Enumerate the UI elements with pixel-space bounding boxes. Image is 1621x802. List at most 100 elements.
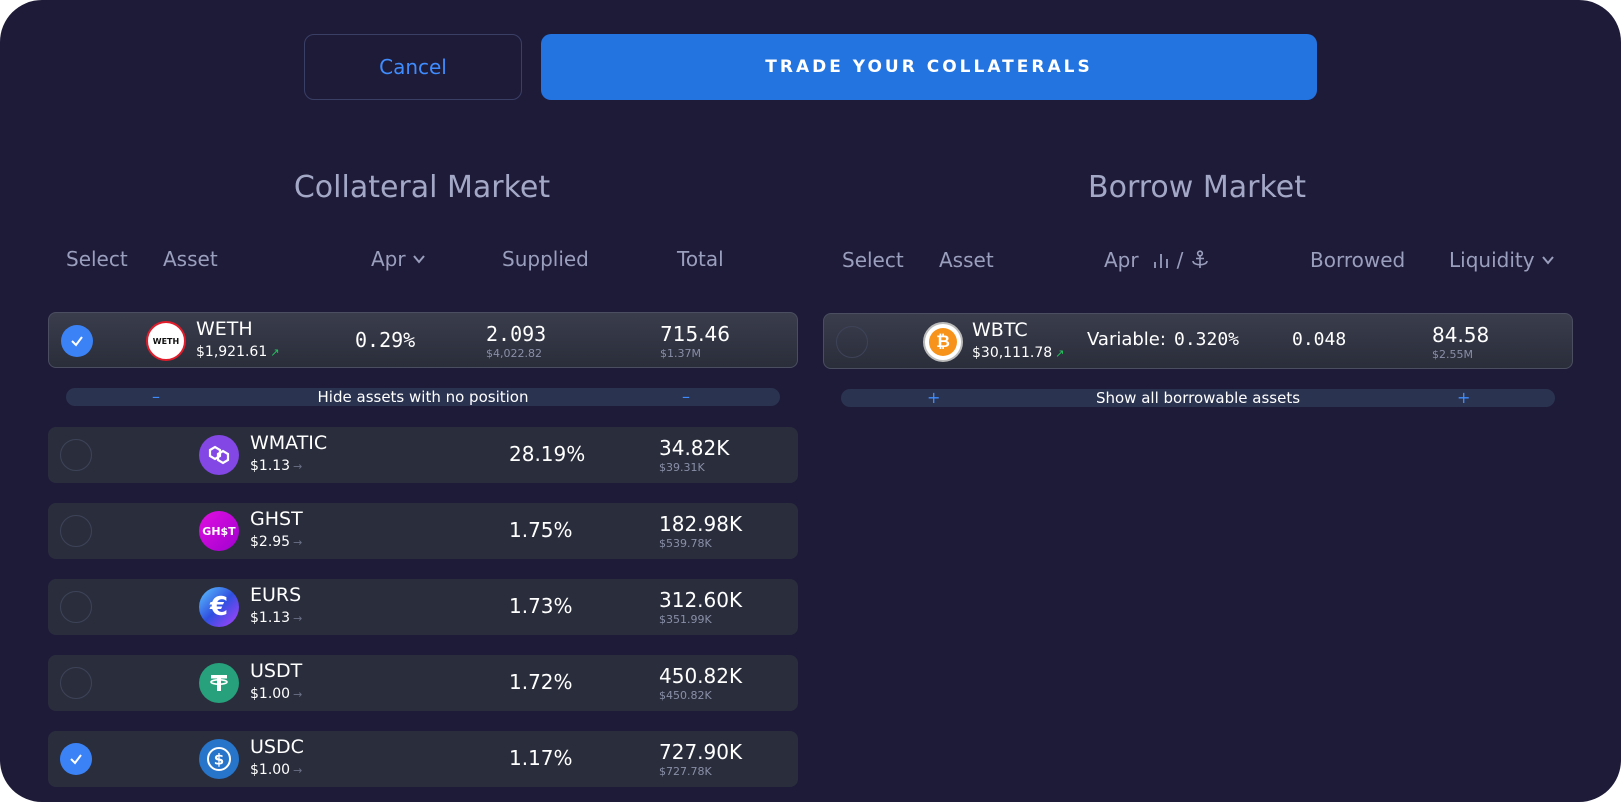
cancel-button[interactable]: Cancel <box>304 34 522 100</box>
select-checkbox[interactable] <box>61 325 93 357</box>
borrow-rate: 0.320% <box>1174 329 1240 350</box>
toggle-label: Show all borrowable assets <box>1095 389 1301 407</box>
rate-type-label: Variable: <box>1087 329 1166 350</box>
total-usd: $450.82K <box>659 689 712 702</box>
borrow-row-wbtc[interactable]: ₿ WBTC $30,111.78 ↗ Variable: 0.320% 0.04… <box>823 313 1573 369</box>
collateral-market-title: Collateral Market <box>293 170 551 205</box>
trend-flat-icon: → <box>293 535 303 549</box>
asset-symbol: USDC <box>250 736 304 758</box>
select-checkbox[interactable] <box>60 743 92 775</box>
euro-logo-icon: € <box>199 587 239 627</box>
asset-price: $2.95 → <box>250 534 303 550</box>
asset-symbol: WMATIC <box>250 432 328 454</box>
borrow-header-liquidity-label: Liquidity <box>1449 248 1535 272</box>
apr-value: 1.75% <box>509 518 573 542</box>
borrow-header-borrowed: Borrowed <box>1310 248 1406 272</box>
total-usd: $539.78K <box>659 537 712 550</box>
weth-logo-icon: WETH <box>146 321 186 361</box>
borrow-header-asset: Asset <box>939 248 994 272</box>
svg-text:$: $ <box>214 751 224 769</box>
bar-chart-icon[interactable] <box>1151 250 1171 270</box>
trend-flat-icon: → <box>293 459 303 473</box>
liquidity-value: 84.58 <box>1432 323 1490 347</box>
liquidity-usd: $2.55M <box>1432 348 1473 361</box>
apr-value: 1.17% <box>509 746 573 770</box>
toggle-label: Hide assets with no position <box>317 388 529 406</box>
trend-up-icon: ↗ <box>270 345 280 359</box>
asset-price: $1.13 → <box>250 610 303 626</box>
apr-value: 28.19% <box>509 442 586 466</box>
minus-icon: – <box>152 387 160 406</box>
total-value: 450.82K <box>659 664 743 688</box>
supplied-value: 2.093 <box>486 322 547 346</box>
trend-flat-icon: → <box>293 763 303 777</box>
hide-no-position-toggle[interactable]: – Hide assets with no position – <box>66 388 780 406</box>
asset-symbol: WBTC <box>972 319 1028 341</box>
total-value: 715.46 <box>660 322 730 346</box>
apr-value: 0.29% <box>355 328 416 352</box>
chevron-down-icon <box>1541 256 1554 265</box>
select-checkbox[interactable] <box>60 515 92 547</box>
trend-flat-icon: → <box>293 611 303 625</box>
plus-icon: + <box>927 388 941 407</box>
total-usd: $39.31K <box>659 461 705 474</box>
asset-price: $1.00 → <box>250 762 303 778</box>
borrow-market-title: Borrow Market <box>1088 170 1306 205</box>
total-usd: $727.78K <box>659 765 712 778</box>
minus-icon: – <box>682 387 690 406</box>
total-value: 34.82K <box>659 436 730 460</box>
apr-separator: / <box>1176 248 1184 272</box>
asset-price: $1.13 → <box>250 458 303 474</box>
collateral-row-usdc[interactable]: $ USDC $1.00 → 1.17% 727.90K $727.78K <box>48 731 798 787</box>
total-usd: $351.99K <box>659 613 712 626</box>
show-all-borrowable-toggle[interactable]: + Show all borrowable assets + <box>841 389 1555 407</box>
plus-icon: + <box>1457 388 1471 407</box>
chevron-down-icon <box>412 255 425 264</box>
apr-value: 1.73% <box>509 594 573 618</box>
total-value: 182.98K <box>659 512 743 536</box>
collateral-row-ghst[interactable]: GH$T GHST $2.95 → 1.75% 182.98K $539.78K <box>48 503 798 559</box>
usdc-logo-icon: $ <box>199 739 239 779</box>
select-checkbox[interactable] <box>836 326 868 358</box>
collateral-header-supplied: Supplied <box>502 247 589 271</box>
trend-flat-icon: → <box>293 687 303 701</box>
borrowed-value: 0.048 <box>1292 329 1347 350</box>
apr-value: 1.72% <box>509 670 573 694</box>
total-usd: $1.37M <box>660 347 701 360</box>
trade-collaterals-button[interactable]: TRADE YOUR COLLATERALS <box>541 34 1317 100</box>
ghst-logo-icon: GH$T <box>199 511 239 551</box>
borrow-header-liquidity[interactable]: Liquidity <box>1449 248 1555 272</box>
asset-symbol: USDT <box>250 660 303 682</box>
total-value: 727.90K <box>659 740 743 764</box>
collateral-row-eurs[interactable]: € EURS $1.13 → 1.73% 312.60K $351.99K <box>48 579 798 635</box>
select-checkbox[interactable] <box>60 439 92 471</box>
select-checkbox[interactable] <box>60 591 92 623</box>
select-checkbox[interactable] <box>60 667 92 699</box>
check-icon <box>70 754 82 765</box>
trend-up-icon: ↗ <box>1055 346 1065 360</box>
asset-price: $1.00 → <box>250 686 303 702</box>
trade-collaterals-panel: Cancel TRADE YOUR COLLATERALS Collateral… <box>0 0 1621 802</box>
collateral-row-usdt[interactable]: USDT $1.00 → 1.72% 450.82K $450.82K <box>48 655 798 711</box>
collateral-header-total: Total <box>677 247 724 271</box>
asset-price: $1,921.61 ↗ <box>196 344 280 360</box>
collateral-header-select: Select <box>66 247 128 271</box>
bitcoin-logo-icon: ₿ <box>923 322 963 362</box>
total-value: 312.60K <box>659 588 743 612</box>
collateral-header-apr-label: Apr <box>371 247 406 271</box>
anchor-icon[interactable] <box>1189 249 1211 271</box>
supplied-usd: $4,022.82 <box>486 347 542 360</box>
asset-symbol: EURS <box>250 584 302 606</box>
borrow-header-apr-label: Apr <box>1104 248 1139 272</box>
check-icon <box>71 336 83 347</box>
collateral-row-weth[interactable]: WETH WETH $1,921.61 ↗ 0.29% 2.093 $4,022.… <box>48 312 798 368</box>
asset-symbol: WETH <box>196 318 253 340</box>
collateral-header-apr[interactable]: Apr <box>371 247 426 271</box>
collateral-header-asset: Asset <box>163 247 218 271</box>
polygon-logo-icon <box>199 435 239 475</box>
tether-logo-icon <box>199 663 239 703</box>
borrow-header-apr[interactable]: Apr / <box>1104 248 1211 272</box>
borrow-header-select: Select <box>842 248 904 272</box>
asset-symbol: GHST <box>250 508 303 530</box>
collateral-row-wmatic[interactable]: WMATIC $1.13 → 28.19% 34.82K $39.31K <box>48 427 798 483</box>
